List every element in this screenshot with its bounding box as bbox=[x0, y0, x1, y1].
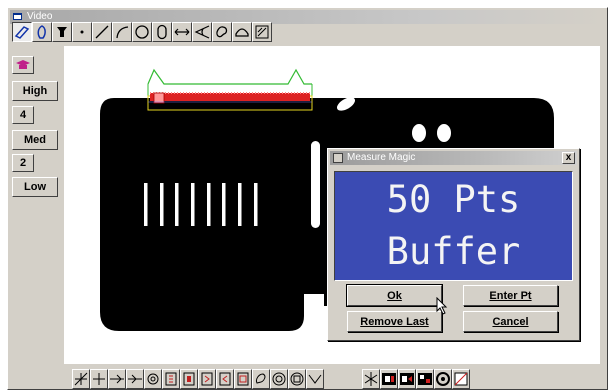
low-button[interactable]: Low bbox=[12, 177, 58, 197]
buffer-display: 50 Pts Buffer bbox=[334, 171, 573, 281]
points-count-text: 50 Pts bbox=[386, 178, 521, 221]
circle-icon[interactable] bbox=[132, 22, 152, 42]
blob-icon[interactable] bbox=[212, 22, 232, 42]
arrow-icon[interactable] bbox=[108, 369, 126, 389]
dialog-window-icon bbox=[333, 153, 343, 163]
cup-icon[interactable] bbox=[52, 22, 72, 42]
crosshair-icon[interactable] bbox=[72, 369, 90, 389]
star-icon[interactable] bbox=[362, 369, 380, 389]
mouse-cursor-icon bbox=[436, 297, 448, 315]
target-icon[interactable] bbox=[144, 369, 162, 389]
measure-magic-dialog: Measure Magic x 50 Pts Buffer Ok Enter P… bbox=[327, 148, 580, 341]
window-icon bbox=[13, 13, 22, 20]
med-button[interactable]: Med bbox=[12, 130, 58, 150]
remove-last-button[interactable]: Remove Last bbox=[347, 311, 442, 332]
cross-icon[interactable] bbox=[90, 369, 108, 389]
arch-icon[interactable] bbox=[232, 22, 252, 42]
diag-icon[interactable] bbox=[452, 369, 470, 389]
box4-icon[interactable] bbox=[216, 369, 234, 389]
box1-icon[interactable] bbox=[162, 369, 180, 389]
circles-icon[interactable] bbox=[270, 369, 288, 389]
angle-icon[interactable] bbox=[192, 22, 212, 42]
toolbar-gap bbox=[324, 369, 362, 389]
top-toolbar bbox=[12, 22, 272, 42]
buffer-text: Buffer bbox=[386, 230, 521, 273]
box5-icon[interactable] bbox=[234, 369, 252, 389]
cancel-button[interactable]: Cancel bbox=[463, 311, 558, 332]
square-circle-icon[interactable] bbox=[288, 369, 306, 389]
high-value: 4 bbox=[12, 106, 34, 124]
box3-icon[interactable] bbox=[198, 369, 216, 389]
check-icon[interactable] bbox=[306, 369, 324, 389]
bw1-icon[interactable] bbox=[380, 369, 398, 389]
distance-icon[interactable] bbox=[172, 22, 192, 42]
pen-icon[interactable] bbox=[252, 369, 270, 389]
close-button[interactable]: x bbox=[562, 152, 575, 164]
ring-icon[interactable] bbox=[434, 369, 452, 389]
slot-icon[interactable] bbox=[152, 22, 172, 42]
ok-button[interactable]: Ok bbox=[346, 284, 443, 307]
wand-icon[interactable] bbox=[32, 22, 52, 42]
enter-pt-button[interactable]: Enter Pt bbox=[463, 285, 558, 306]
bottom-toolbar bbox=[72, 369, 470, 389]
bw3-icon[interactable] bbox=[416, 369, 434, 389]
box2-icon[interactable] bbox=[180, 369, 198, 389]
report-icon[interactable] bbox=[252, 22, 272, 42]
line-icon[interactable] bbox=[92, 22, 112, 42]
dialog-title-bar: Measure Magic x bbox=[330, 151, 577, 165]
high-button[interactable]: High bbox=[12, 81, 58, 101]
window-select-icon[interactable] bbox=[12, 22, 32, 42]
bw2-icon[interactable] bbox=[398, 369, 416, 389]
arc-icon[interactable] bbox=[112, 22, 132, 42]
teaching-hat-icon[interactable] bbox=[12, 56, 34, 74]
med-value: 2 bbox=[12, 154, 34, 172]
dialog-title: Measure Magic bbox=[347, 152, 416, 163]
point-icon[interactable] bbox=[72, 22, 92, 42]
arrow2-icon[interactable] bbox=[126, 369, 144, 389]
